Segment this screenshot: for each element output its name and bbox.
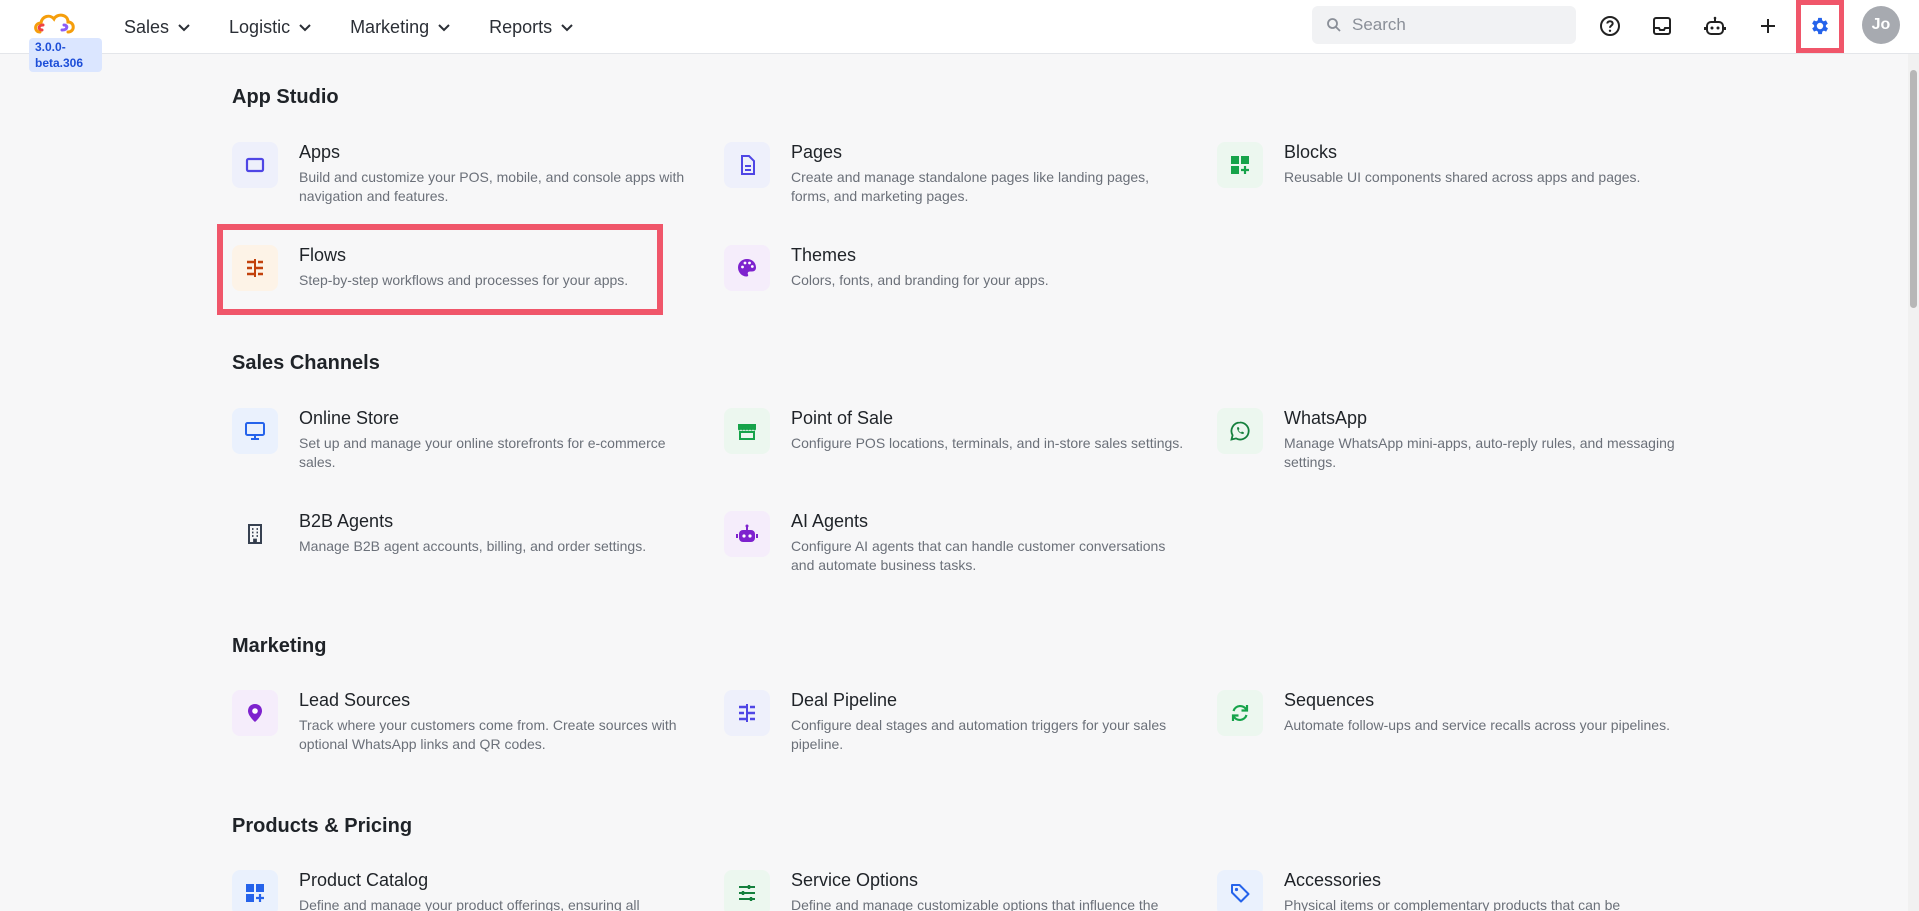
- card-title: Point of Sale: [791, 408, 894, 428]
- card-title: Online Store: [299, 408, 400, 428]
- card-description: Set up and manage your online storefront…: [299, 435, 666, 470]
- store-icon: [724, 408, 770, 454]
- robot-icon: [1704, 16, 1726, 35]
- card-title: Blocks: [1284, 142, 1338, 162]
- section-title-sales-channels: Sales Channels: [232, 352, 380, 374]
- whatsapp-icon: [1217, 408, 1263, 454]
- card-description: Colors, fonts, and branding for your app…: [791, 272, 1049, 288]
- robot-icon: [724, 511, 770, 557]
- monitor-icon: [232, 408, 278, 454]
- section-title-app-studio: App Studio: [232, 86, 339, 108]
- palette-icon: [724, 245, 770, 291]
- card-description: Configure POS locations, terminals, and …: [791, 435, 1184, 451]
- version-badge: 3.0.0-beta.306: [29, 38, 102, 72]
- card-description: Define and manage your product offerings…: [299, 897, 640, 911]
- nav-logistic[interactable]: Logistic: [229, 17, 312, 38]
- search-box: [1312, 6, 1576, 44]
- top-bar: 3.0.0-beta.306 Sales Logistic Marketing …: [0, 0, 1919, 72]
- card-title: Themes: [791, 245, 857, 265]
- flows-highlight-box: [217, 224, 663, 315]
- app-logo[interactable]: 3.0.0-beta.306: [22, 6, 102, 72]
- cloud-logo-icon: [34, 13, 75, 34]
- apps-icon: [232, 142, 278, 188]
- gear-icon: [1812, 17, 1828, 35]
- card-description: Physical items or complementary products…: [1284, 897, 1621, 911]
- card-title: WhatsApp: [1284, 408, 1368, 428]
- card-title: Service Options: [791, 870, 919, 890]
- card-description: Configure deal stages and automation tri…: [791, 717, 1167, 752]
- create-button[interactable]: [1750, 8, 1786, 44]
- chevron-down-icon: [178, 24, 190, 32]
- nav-reports-label: Reports: [489, 16, 553, 37]
- card-title: Flows: [299, 245, 347, 265]
- chevron-down-icon: [561, 24, 573, 32]
- settings-button[interactable]: [1802, 8, 1838, 44]
- catalog-icon: [232, 870, 278, 911]
- sliders-icon: [724, 870, 770, 911]
- nav-marketing[interactable]: Marketing: [350, 17, 451, 38]
- plus-icon: [1761, 19, 1775, 33]
- flows-icon: [232, 245, 278, 291]
- search-icon: [1327, 18, 1341, 32]
- search-input[interactable]: [1352, 15, 1552, 35]
- nav-marketing-label: Marketing: [350, 16, 430, 37]
- section-title-marketing: Marketing: [232, 635, 327, 657]
- tag-icon: [1217, 870, 1263, 911]
- inbox-icon: [1653, 17, 1671, 35]
- card-description: Manage B2B agent accounts, billing, and …: [299, 538, 647, 554]
- card-description: Build and customize your POS, mobile, an…: [299, 169, 685, 204]
- card-description: Create and manage standalone pages like …: [791, 169, 1150, 204]
- nav-logistic-label: Logistic: [229, 16, 291, 37]
- card-title: Product Catalog: [299, 870, 429, 890]
- card-title: Sequences: [1284, 690, 1375, 710]
- main-nav: Sales Logistic Marketing Reports: [124, 0, 612, 54]
- help-button[interactable]: [1592, 8, 1628, 44]
- chevron-down-icon: [438, 24, 450, 32]
- page-icon: [724, 142, 770, 188]
- card-description: Track where your customers come from. Cr…: [299, 717, 677, 752]
- blocks-icon: [1217, 142, 1263, 188]
- card-description: Automate follow-ups and service recalls …: [1284, 717, 1670, 733]
- card-title: B2B Agents: [299, 511, 394, 531]
- nav-reports[interactable]: Reports: [489, 17, 574, 38]
- card-description: Step-by-step workflows and processes for…: [299, 272, 629, 288]
- ai-assistant-button[interactable]: [1697, 8, 1733, 44]
- card-description: Manage WhatsApp mini-apps, auto-reply ru…: [1284, 435, 1675, 470]
- card-description: Configure AI agents that can handle cust…: [791, 538, 1166, 573]
- pipeline-icon: [724, 690, 770, 736]
- building-icon: [232, 511, 278, 557]
- card-description: Reusable UI components shared across app…: [1284, 169, 1641, 185]
- avatar[interactable]: Jo: [1862, 6, 1900, 44]
- location-icon: [232, 690, 278, 736]
- card-title: Lead Sources: [299, 690, 411, 710]
- card-title: Accessories: [1284, 870, 1382, 890]
- nav-sales-label: Sales: [124, 16, 170, 37]
- section-title-products-pricing: Products & Pricing: [232, 815, 413, 837]
- help-icon: [1600, 16, 1620, 36]
- card-title: AI Agents: [791, 511, 869, 531]
- card-title: Deal Pipeline: [791, 690, 898, 710]
- scrollbar-thumb[interactable]: [1910, 70, 1917, 308]
- card-title: Pages: [791, 142, 843, 162]
- card-description: Define and manage customizable options t…: [791, 897, 1159, 911]
- nav-sales[interactable]: Sales: [124, 17, 191, 38]
- chevron-down-icon: [299, 24, 311, 32]
- refresh-icon: [1217, 690, 1263, 736]
- card-title: Apps: [299, 142, 341, 162]
- inbox-button[interactable]: [1644, 8, 1680, 44]
